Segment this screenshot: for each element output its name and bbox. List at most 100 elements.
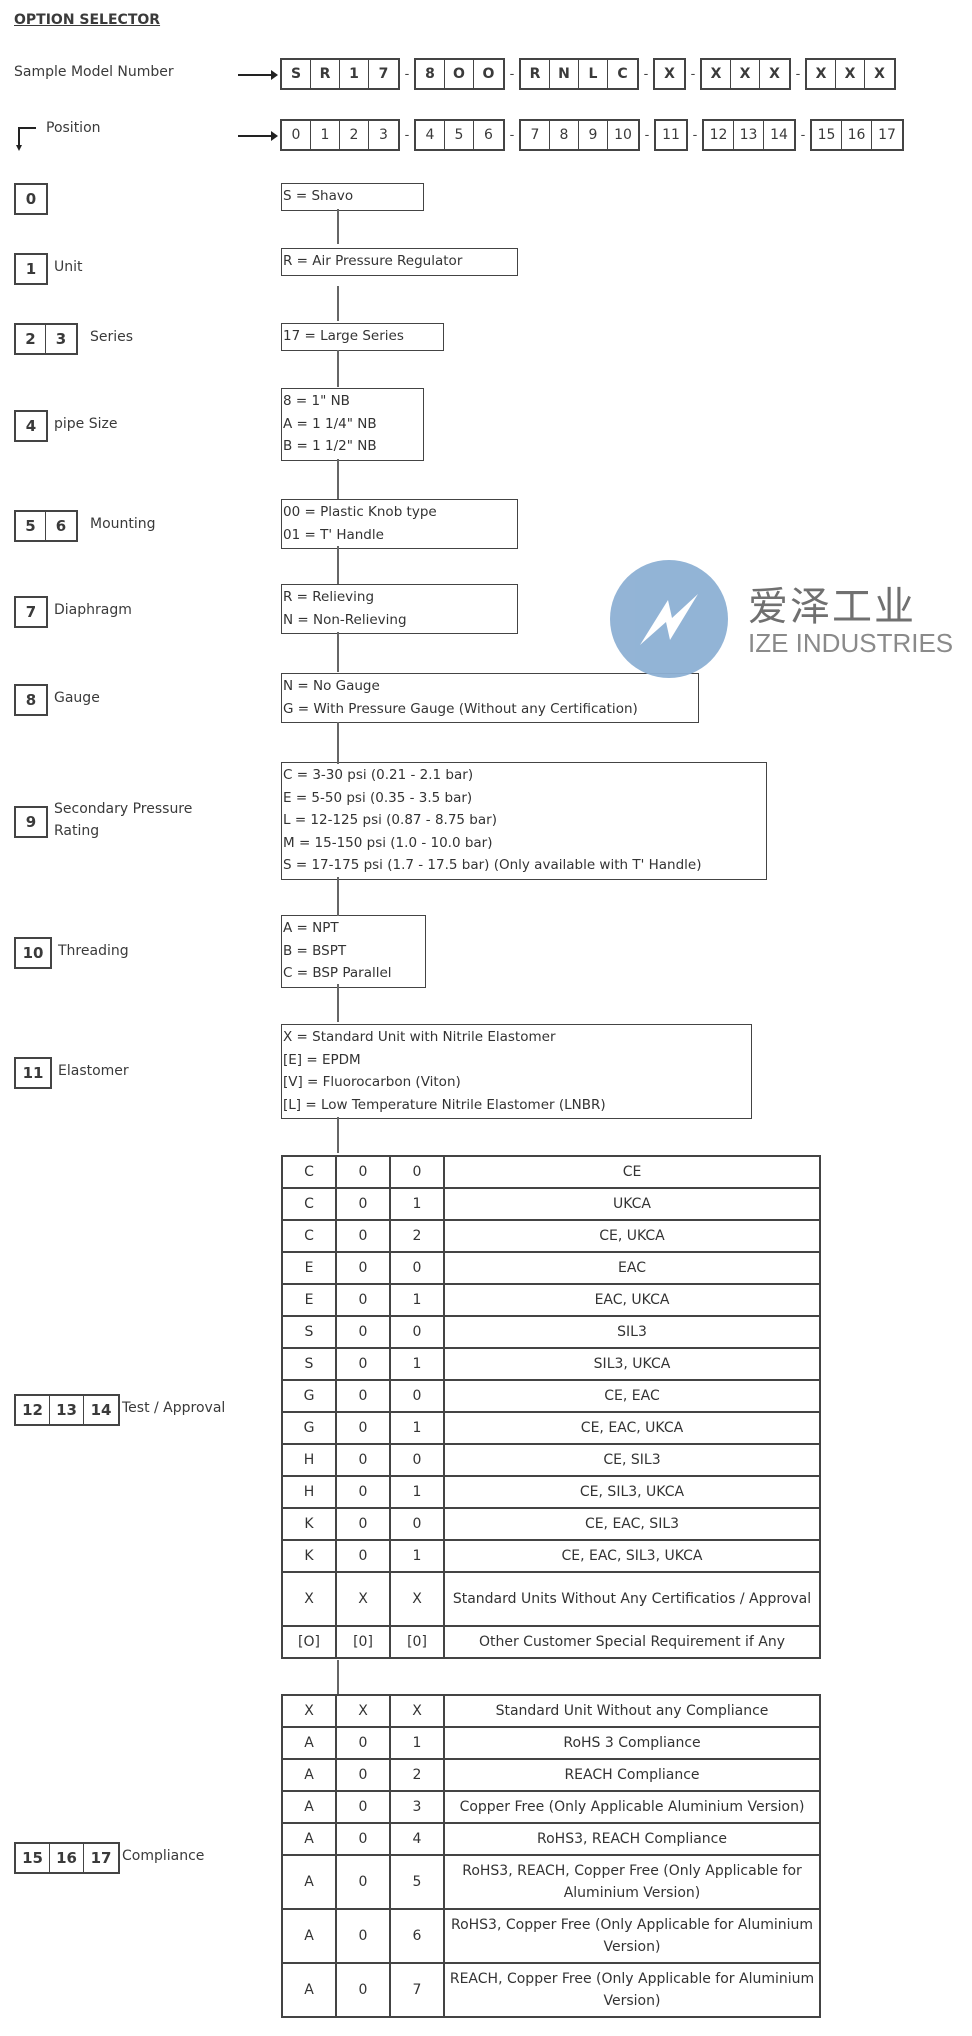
position-number: 13 xyxy=(50,1396,84,1424)
code-cell: 0 xyxy=(335,1411,391,1445)
model-code-cell: L xyxy=(579,60,608,88)
position-group: 456 xyxy=(414,119,505,151)
position-number: 12 xyxy=(16,1396,50,1424)
code-cell: C xyxy=(281,1219,337,1253)
option-item: R = Air Pressure Regulator xyxy=(283,253,463,269)
model-code-cell: 1 xyxy=(340,60,369,88)
model-code-cell: X xyxy=(731,60,760,88)
position-cell: 9 xyxy=(579,121,608,149)
table-row: A 0 5 RoHS3, REACH, Copper Free (Only Appli… xyxy=(281,1854,821,1910)
code-cell: 0 xyxy=(335,1251,391,1285)
position-number: 0 xyxy=(25,190,37,208)
code-cell: 1 xyxy=(389,1187,445,1221)
option-item: N = No Gauge xyxy=(283,678,380,694)
position-group: 0123 xyxy=(280,119,400,151)
table-row: A 0 7 REACH, Copper Free (Only Applicable f… xyxy=(281,1962,821,2018)
table-row: A 0 3 Copper Free (Only Applicable Aluminiu… xyxy=(281,1790,821,1824)
description-cell: Standard Unit Without any Compliance xyxy=(443,1694,821,1728)
model-code-cell: O xyxy=(482,66,495,82)
position-label: Position xyxy=(46,120,101,136)
turn-down-arrow-icon xyxy=(16,126,36,151)
description-cell: REACH Compliance xyxy=(443,1758,821,1792)
table-row: C 0 2 CE, UKCA xyxy=(281,1219,821,1253)
separator-dash: - xyxy=(692,127,698,143)
option-item: G = With Pressure Gauge (Without any Cer… xyxy=(283,700,638,717)
model-code-cell: S xyxy=(282,60,311,88)
model-code-cell: C xyxy=(617,66,628,82)
position-number: 10 xyxy=(22,944,44,962)
model-code-cell: X xyxy=(836,60,865,88)
option-item: 00 = Plastic Knob type xyxy=(283,504,437,520)
separator-dash: - xyxy=(644,127,650,143)
position-cell: 12 xyxy=(704,121,734,149)
section-label: Gauge xyxy=(54,690,100,706)
code-cell: K xyxy=(281,1539,337,1573)
code-cell: 0 xyxy=(389,1155,445,1189)
code-cell: 0 xyxy=(389,1379,445,1413)
model-code-cell: R xyxy=(311,60,340,88)
code-cell: X xyxy=(335,1571,391,1627)
option-box: R = Relieving N = Non-Relieving xyxy=(281,584,518,634)
code-cell: A xyxy=(281,1790,337,1824)
position-cell: 6 xyxy=(484,127,493,143)
model-code-cell: X xyxy=(874,66,885,82)
model-code-cell: X xyxy=(702,60,731,88)
option-item: C = BSP Parallel xyxy=(283,965,392,981)
connector-line xyxy=(337,984,339,1022)
code-cell: 1 xyxy=(389,1347,445,1381)
table-row: A 0 1 RoHS 3 Compliance xyxy=(281,1726,821,1760)
description-cell: RoHS3, REACH, Copper Free (Only Applicab… xyxy=(443,1854,821,1910)
code-cell: 0 xyxy=(335,1507,391,1541)
option-item: M = 15-150 psi (1.0 - 10.0 bar) xyxy=(283,834,493,851)
connector-line xyxy=(337,546,339,584)
code-cell: E xyxy=(281,1283,337,1317)
section-label: Series xyxy=(90,329,134,345)
position-number: 15 xyxy=(16,1844,50,1872)
position-number: 6 xyxy=(55,517,67,535)
model-code-group: SR17 xyxy=(280,58,400,90)
code-cell: 4 xyxy=(389,1822,445,1856)
separator-dash: - xyxy=(404,127,410,143)
code-cell: H xyxy=(281,1475,337,1509)
code-cell: 0 xyxy=(335,1315,391,1349)
position-cell: 13 xyxy=(734,121,764,149)
code-cell: 0 xyxy=(335,1187,391,1221)
code-cell: 1 xyxy=(389,1283,445,1317)
arrow-right-icon xyxy=(238,70,278,80)
separator-dash: - xyxy=(690,66,696,82)
table-row: H 0 1 CE, SIL3, UKCA xyxy=(281,1475,821,1509)
option-item: S = 17-175 psi (1.7 - 17.5 bar) (Only av… xyxy=(283,857,702,873)
code-cell: A xyxy=(281,1758,337,1792)
description-cell: RoHS 3 Compliance xyxy=(443,1726,821,1760)
position-badge: 23 xyxy=(14,323,78,355)
option-item: [L] = Low Temperature Nitrile Elastomer … xyxy=(283,1096,606,1113)
description-cell: SIL3, UKCA xyxy=(443,1347,821,1381)
table-row: C 0 0 CE xyxy=(281,1155,821,1189)
position-number: 1 xyxy=(25,260,37,278)
table-row: [O] [0] [0] Other Customer Special Requirem… xyxy=(281,1625,821,1659)
code-cell: 3 xyxy=(389,1790,445,1824)
position-cell: 4 xyxy=(416,121,445,149)
position-badge: 10 xyxy=(14,937,52,969)
code-cell: [0] xyxy=(335,1625,391,1659)
code-cell: 1 xyxy=(389,1475,445,1509)
code-cell: [O] xyxy=(281,1625,337,1659)
code-cell: 1 xyxy=(389,1726,445,1760)
section-label: Diaphragm xyxy=(54,602,132,618)
ize-logo-icon xyxy=(610,560,728,678)
position-badge: 1 xyxy=(14,253,48,285)
position-number: 4 xyxy=(25,417,37,435)
option-item: N = Non-Relieving xyxy=(283,611,407,628)
table-row: G 0 0 CE, EAC xyxy=(281,1379,821,1413)
code-cell: E xyxy=(281,1251,337,1285)
code-cell: A xyxy=(281,1822,337,1856)
page-title: OPTION SELECTOR xyxy=(14,12,161,28)
code-cell: 0 xyxy=(389,1443,445,1477)
position-number: 9 xyxy=(25,813,37,831)
section-label: Secondary Pressure Rating xyxy=(54,801,193,839)
option-box: 8 = 1" NB A = 1 1/4" NB B = 1 1/2" NB xyxy=(281,388,424,461)
watermark-cn: 爱泽工业 xyxy=(748,584,916,630)
code-cell: 0 xyxy=(335,1726,391,1760)
description-cell: CE, EAC xyxy=(443,1379,821,1413)
table-row: X X X Standard Units Without Any Certificat… xyxy=(281,1571,821,1627)
